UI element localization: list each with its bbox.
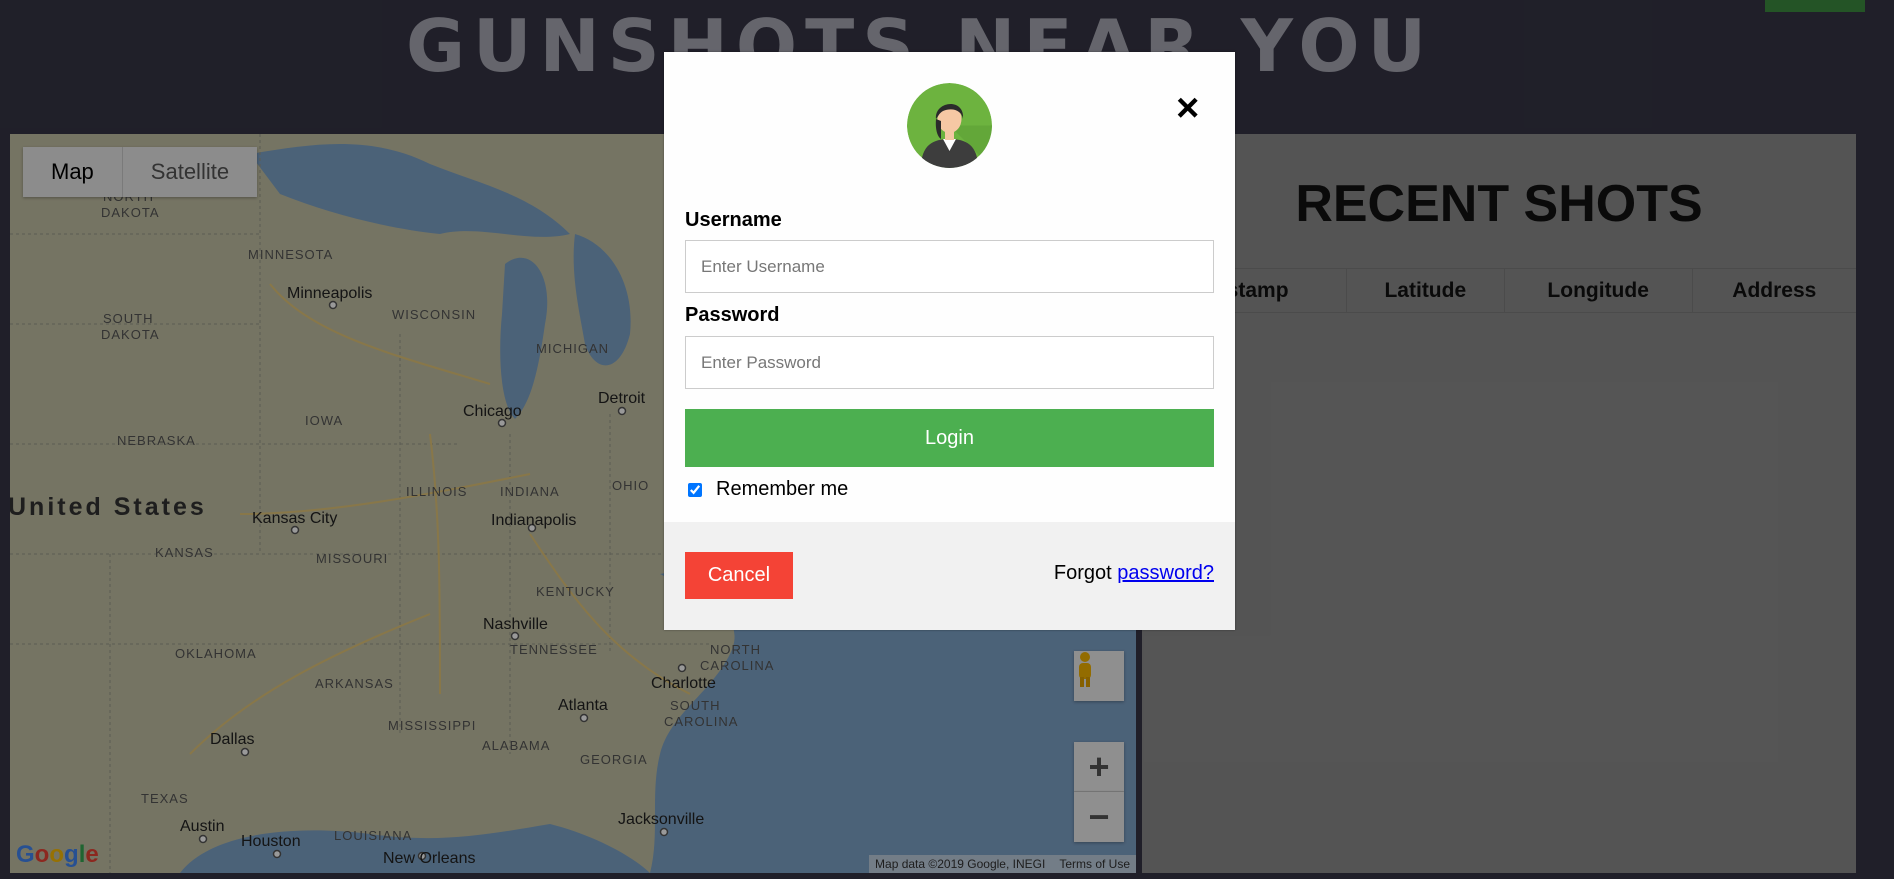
forgot-password: Forgot password? (1054, 562, 1214, 585)
remember-me-label: Remember me (716, 478, 849, 500)
cancel-button[interactable]: Cancel (685, 552, 793, 599)
forgot-text: Forgot (1053, 562, 1112, 584)
login-modal: × Username Password Login Remember me Ca… (664, 52, 1235, 630)
remember-me-checkbox[interactable] (688, 482, 702, 497)
login-button[interactable]: Login (685, 409, 1214, 467)
username-input[interactable] (685, 240, 1214, 293)
password-input[interactable] (685, 336, 1214, 389)
forgot-password-link[interactable]: password? (1117, 562, 1214, 584)
username-label: Username (685, 209, 782, 231)
user-avatar-icon (907, 83, 992, 168)
close-icon[interactable]: × (1176, 88, 1199, 128)
modal-footer: Cancel Forgot password? (664, 522, 1235, 630)
remember-me-row[interactable]: Remember me (688, 478, 848, 501)
password-label: Password (685, 304, 780, 326)
